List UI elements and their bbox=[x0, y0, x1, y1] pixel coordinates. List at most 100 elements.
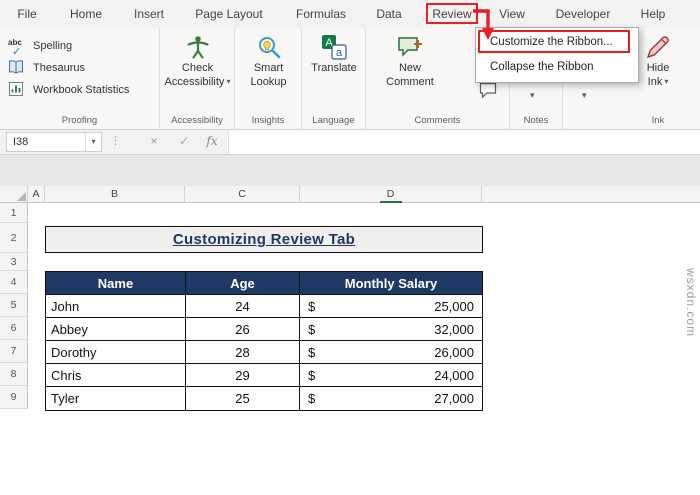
table-row: Dorothy 28 $26,000 bbox=[46, 341, 482, 364]
table-header-age[interactable]: Age bbox=[186, 272, 300, 294]
table-header-name[interactable]: Name bbox=[46, 272, 186, 294]
tab-data[interactable]: Data bbox=[374, 0, 404, 28]
group-label-language: Language bbox=[312, 115, 355, 126]
table-row: John 24 $25,000 bbox=[46, 295, 482, 318]
spacer-strip bbox=[0, 155, 700, 186]
row-header-8[interactable]: 8 bbox=[0, 363, 27, 386]
check-accessibility-label-1: Check bbox=[181, 62, 214, 74]
currency-symbol: $ bbox=[308, 321, 316, 337]
group-label-proofing: Proofing bbox=[61, 115, 98, 126]
row-header-3[interactable]: 3 bbox=[0, 253, 27, 271]
cell-name[interactable]: Chris bbox=[46, 364, 186, 386]
table-header-salary[interactable]: Monthly Salary bbox=[300, 272, 482, 294]
cell-salary[interactable]: $32,000 bbox=[300, 318, 482, 340]
new-comment-icon bbox=[397, 34, 423, 60]
menu-item-label: Collapse the Ribbon bbox=[490, 61, 594, 73]
formula-input[interactable] bbox=[228, 130, 700, 154]
column-header-d[interactable]: D bbox=[300, 186, 482, 202]
cell-name[interactable]: Abbey bbox=[46, 318, 186, 340]
insert-function-icon[interactable]: fx bbox=[202, 134, 222, 148]
tab-formulas[interactable]: Formulas bbox=[295, 0, 347, 28]
formula-bar-handle-icon[interactable]: ⋮ bbox=[110, 134, 121, 147]
ribbon-group-language: Aa Translate Language bbox=[302, 28, 366, 129]
thesaurus-icon bbox=[8, 59, 28, 77]
check-accessibility-label-2: Accessibility bbox=[164, 76, 225, 88]
select-all-corner[interactable] bbox=[0, 186, 28, 202]
thesaurus-button[interactable]: Thesaurus bbox=[8, 58, 85, 78]
spelling-button[interactable]: abc ✓ Spelling bbox=[8, 36, 72, 58]
group-label-comments: Comments bbox=[414, 115, 461, 126]
row-header-5[interactable]: 5 bbox=[0, 294, 27, 317]
column-header-b[interactable]: B bbox=[45, 186, 185, 202]
chevron-down-icon: ▾ bbox=[664, 77, 669, 86]
cell-salary[interactable]: $27,000 bbox=[300, 387, 482, 410]
cell-salary[interactable]: $24,000 bbox=[300, 364, 482, 386]
workbook-statistics-button[interactable]: Workbook Statistics bbox=[8, 80, 129, 100]
row-header-column: 1 2 3 4 5 6 7 8 9 bbox=[0, 203, 28, 409]
check-accessibility-button[interactable]: Check Accessibility ▾ bbox=[163, 34, 232, 88]
hide-ink-icon bbox=[645, 34, 671, 60]
excel-window: File Home Insert Page Layout Formulas Da… bbox=[0, 0, 700, 495]
new-comment-button[interactable]: New Comment bbox=[374, 34, 446, 88]
row-header-2[interactable]: 2 bbox=[0, 223, 27, 253]
annotation-arrow bbox=[473, 9, 494, 40]
smart-lookup-label-1: Smart bbox=[253, 62, 284, 74]
cell-salary[interactable]: $25,000 bbox=[300, 295, 482, 317]
cell-age[interactable]: 26 bbox=[186, 318, 300, 340]
tab-page-layout[interactable]: Page Layout bbox=[194, 0, 264, 28]
data-table: Name Age Monthly Salary John 24 $25,000 … bbox=[45, 271, 483, 411]
group-label-notes[interactable]: Notes bbox=[510, 115, 562, 126]
currency-symbol: $ bbox=[308, 391, 316, 406]
menu-item-collapse-ribbon[interactable]: Collapse the Ribbon bbox=[476, 55, 638, 80]
hide-ink-label-2: Ink bbox=[647, 76, 663, 88]
salary-value: 25,000 bbox=[434, 298, 474, 314]
row-header-1[interactable]: 1 bbox=[0, 203, 27, 223]
column-header-row: A B C D bbox=[0, 186, 700, 203]
enter-icon[interactable]: ✓ bbox=[174, 134, 194, 148]
row-header-9[interactable]: 9 bbox=[0, 386, 27, 409]
sheet-grid: A B C D 1 2 3 4 5 6 7 8 9 Customizing Re… bbox=[0, 186, 700, 495]
translate-label: Translate bbox=[311, 62, 357, 74]
translate-button[interactable]: Aa Translate bbox=[303, 34, 365, 74]
table-row: Tyler 25 $27,000 bbox=[46, 387, 482, 410]
cell-salary[interactable]: $26,000 bbox=[300, 341, 482, 363]
thesaurus-label: Thesaurus bbox=[33, 62, 85, 74]
cell-name[interactable]: Dorothy bbox=[46, 341, 186, 363]
group-label-ink: Ink bbox=[651, 115, 665, 126]
cell-name[interactable]: John bbox=[46, 295, 186, 317]
workbook-statistics-label: Workbook Statistics bbox=[33, 84, 130, 96]
tab-home[interactable]: Home bbox=[69, 0, 103, 28]
cell-age[interactable]: 25 bbox=[186, 387, 300, 410]
row-header-7[interactable]: 7 bbox=[0, 340, 27, 363]
spelling-check-glyph: ✓ bbox=[12, 46, 22, 58]
column-header-a[interactable]: A bbox=[28, 186, 45, 202]
smart-lookup-button[interactable]: Smart Lookup bbox=[237, 34, 300, 88]
title-cell[interactable]: Customizing Review Tab bbox=[45, 226, 483, 253]
notes-dropdown-icon[interactable]: ▾ bbox=[530, 90, 535, 101]
table-row: Abbey 26 $32,000 bbox=[46, 318, 482, 341]
tab-developer[interactable]: Developer bbox=[554, 0, 612, 28]
cell-age[interactable]: 24 bbox=[186, 295, 300, 317]
column-header-c[interactable]: C bbox=[185, 186, 300, 202]
smart-lookup-icon bbox=[256, 34, 282, 60]
tab-file[interactable]: File bbox=[13, 0, 41, 28]
cell-age[interactable]: 29 bbox=[186, 364, 300, 386]
column-header-filler bbox=[482, 186, 700, 202]
cancel-icon[interactable]: × bbox=[144, 134, 164, 148]
group-label-insights: Insights bbox=[251, 115, 285, 126]
tab-help[interactable]: Help bbox=[638, 0, 668, 28]
smart-lookup-label-2: Lookup bbox=[250, 76, 287, 88]
cell-age[interactable]: 28 bbox=[186, 341, 300, 363]
hide-ink-label-1: Hide bbox=[646, 62, 670, 74]
tab-insert[interactable]: Insert bbox=[132, 0, 166, 28]
ribbon-group-accessibility: Check Accessibility ▾ Accessibility bbox=[160, 28, 235, 129]
cell-name[interactable]: Tyler bbox=[46, 387, 186, 410]
name-box-dropdown-icon[interactable]: ▾ bbox=[85, 133, 101, 151]
group-label-accessibility: Accessibility bbox=[171, 115, 223, 126]
row-header-4[interactable]: 4 bbox=[0, 271, 27, 294]
name-box[interactable]: I38 ▾ bbox=[6, 132, 102, 152]
row-header-6[interactable]: 6 bbox=[0, 317, 27, 340]
table-row: Chris 29 $24,000 bbox=[46, 364, 482, 387]
show-comments-icon[interactable] bbox=[478, 82, 498, 99]
formula-bar: I38 ▾ ⋮ × ✓ fx bbox=[0, 130, 700, 155]
